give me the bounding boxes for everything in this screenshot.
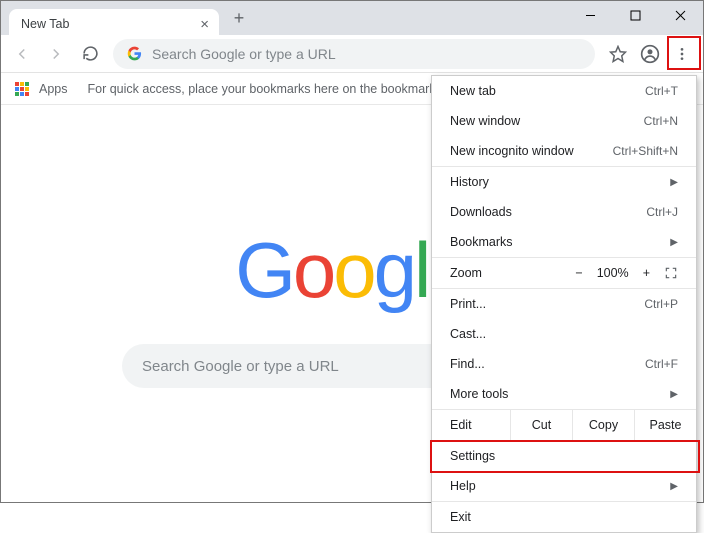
chrome-menu: New tabCtrl+T New windowCtrl+N New incog…: [431, 75, 697, 533]
menu-cast[interactable]: Cast...: [432, 319, 696, 349]
ntp-search-placeholder: Search Google or type a URL: [142, 358, 339, 375]
apps-icon[interactable]: [15, 82, 29, 96]
menu-more-tools[interactable]: More tools▶: [432, 379, 696, 409]
reload-button[interactable]: [75, 39, 105, 69]
submenu-arrow-icon: ▶: [670, 237, 678, 248]
tab-title: New Tab: [21, 17, 69, 31]
menu-downloads[interactable]: DownloadsCtrl+J: [432, 197, 696, 227]
forward-button[interactable]: [41, 39, 71, 69]
submenu-arrow-icon: ▶: [670, 481, 678, 492]
menu-history[interactable]: History▶: [432, 167, 696, 197]
menu-new-window[interactable]: New windowCtrl+N: [432, 106, 696, 136]
menu-edit-cut[interactable]: Cut: [510, 410, 572, 440]
titlebar: New Tab × +: [1, 1, 703, 35]
menu-new-incognito[interactable]: New incognito windowCtrl+Shift+N: [432, 136, 696, 166]
menu-exit[interactable]: Exit: [432, 502, 696, 532]
omnibox-placeholder: Search Google or type a URL: [152, 46, 336, 62]
menu-bookmarks[interactable]: Bookmarks▶: [432, 227, 696, 257]
minimize-button[interactable]: [568, 1, 613, 29]
menu-button[interactable]: [667, 39, 697, 69]
back-button[interactable]: [7, 39, 37, 69]
omnibox[interactable]: Search Google or type a URL: [113, 39, 595, 69]
zoom-in-button[interactable]: +: [643, 266, 650, 280]
profile-button[interactable]: [635, 39, 665, 69]
apps-label[interactable]: Apps: [39, 82, 68, 96]
submenu-arrow-icon: ▶: [670, 389, 678, 400]
new-tab-button[interactable]: +: [225, 4, 253, 32]
menu-help[interactable]: Help▶: [432, 471, 696, 501]
google-g-icon: [127, 46, 142, 61]
zoom-value: 100%: [597, 266, 629, 280]
close-tab-icon[interactable]: ×: [200, 16, 209, 33]
maximize-button[interactable]: [613, 1, 658, 29]
fullscreen-icon[interactable]: [664, 266, 678, 280]
window-controls: [568, 1, 703, 29]
menu-edit-copy[interactable]: Copy: [572, 410, 634, 440]
menu-edit-paste[interactable]: Paste: [634, 410, 696, 440]
browser-tab[interactable]: New Tab ×: [9, 9, 219, 39]
menu-zoom: Zoom − 100% +: [432, 258, 696, 288]
menu-find[interactable]: Find...Ctrl+F: [432, 349, 696, 379]
toolbar: Search Google or type a URL: [1, 35, 703, 73]
menu-edit-row: Edit Cut Copy Paste: [432, 410, 696, 440]
menu-print[interactable]: Print...Ctrl+P: [432, 289, 696, 319]
menu-settings[interactable]: Settings: [432, 441, 696, 471]
zoom-out-button[interactable]: −: [575, 266, 582, 280]
close-window-button[interactable]: [658, 1, 703, 29]
bookmark-star-button[interactable]: [603, 39, 633, 69]
bookmarks-hint: For quick access, place your bookmarks h…: [88, 82, 467, 96]
submenu-arrow-icon: ▶: [670, 177, 678, 188]
menu-new-tab[interactable]: New tabCtrl+T: [432, 76, 696, 106]
